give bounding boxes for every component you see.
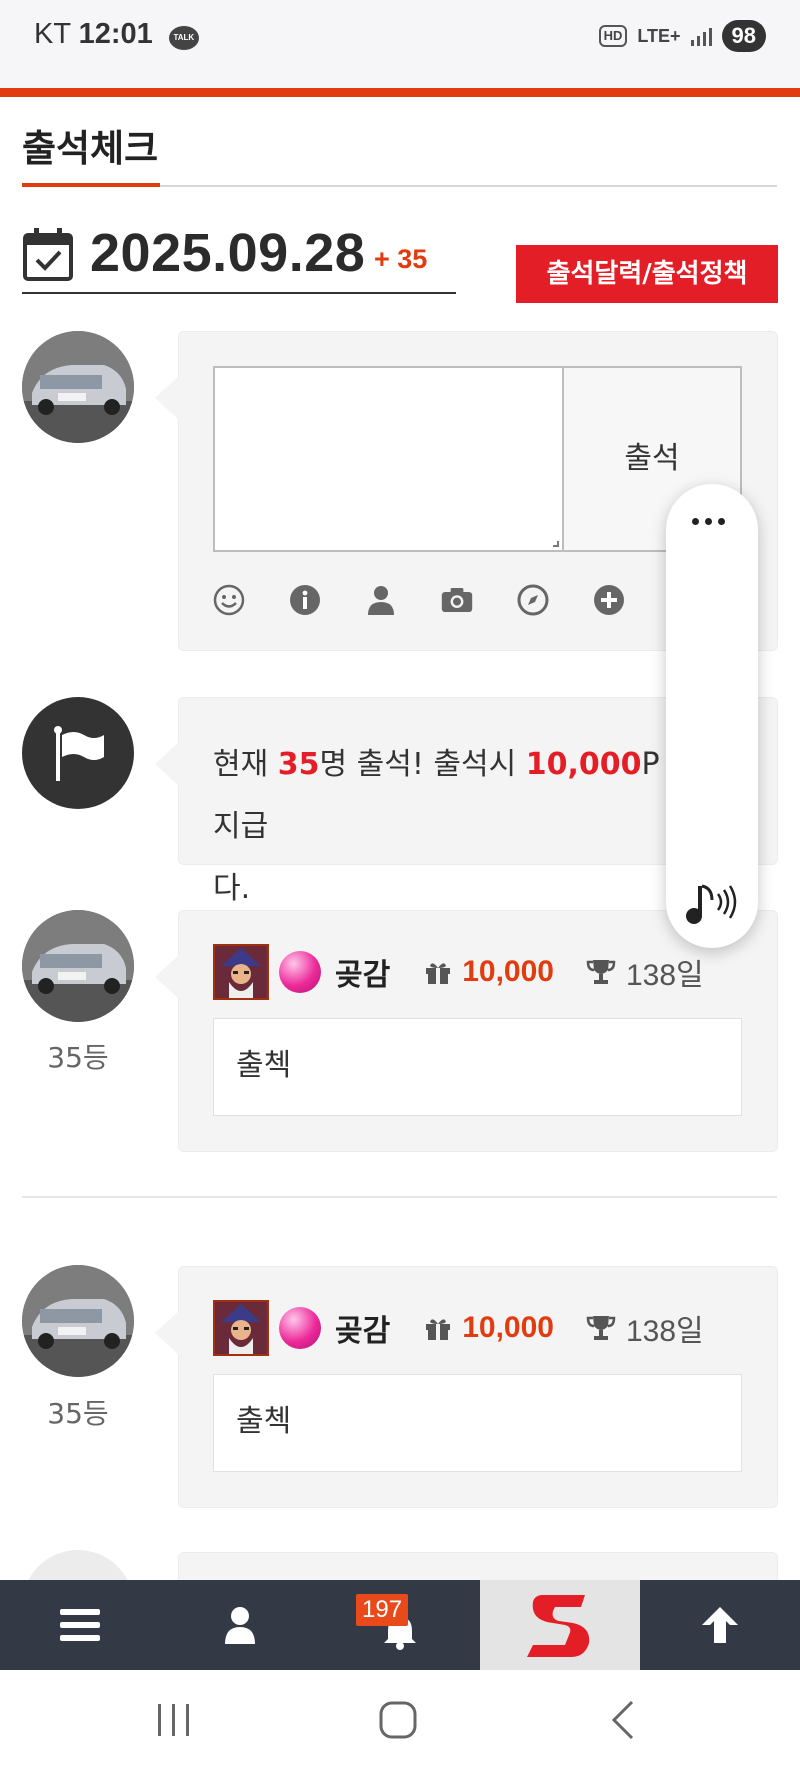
attendance-message-input[interactable] [213,366,564,552]
car-photo-avatar [22,1265,134,1377]
title-divider-accent [22,183,160,187]
network-type-label: LTE+ [637,25,681,46]
rank-label: 35등 [47,1041,109,1074]
user-icon[interactable] [365,584,397,616]
avatar[interactable] [22,910,134,1022]
attendance-policy-button[interactable]: 출석달력/출석정책 [516,245,778,303]
status-right: HD LTE+ 98 [598,20,766,52]
menu-button[interactable] [0,1580,160,1670]
gift-icon [426,1319,451,1340]
hd-voice-icon: HD [598,25,628,47]
header-accent-line [0,88,800,97]
trophy-icon [586,960,616,984]
user-icon [225,1607,255,1644]
notice-line2: 다. [213,871,251,906]
sound-assistant-icon[interactable] [684,880,740,928]
streak-days: 138일 [625,959,704,992]
resize-handle-icon[interactable] [553,541,559,547]
floating-side-panel[interactable] [666,484,758,948]
signal-icon [690,26,712,46]
entry-divider [22,1196,777,1198]
entry-header: 곶감 10,000 138일 [213,1300,704,1356]
status-bar: KT 12:01 TALK HD LTE+ 98 [0,0,800,88]
attendance-date: 2025.09.28 [90,223,366,283]
back-icon[interactable] [610,1700,636,1740]
notice-middle: 명 출석! 출석시 [319,747,526,782]
game-character-icon[interactable] [213,944,269,1000]
rank-label: 35등 [47,1397,109,1430]
date-header: 2025.09.28 + 35 [22,218,456,294]
battery-indicator: 98 [721,20,766,52]
page-title: 출석체크 [22,127,159,170]
entry-header: 곶감 10,000 138일 [213,944,704,1000]
game-character-icon[interactable] [213,1300,269,1356]
info-icon[interactable] [289,584,321,616]
clock: 12:01 [78,18,153,50]
entry-message: 출첵 [213,1374,742,1472]
level-gem-icon [279,951,321,993]
streak-days: 138일 [625,1315,704,1348]
smile-icon[interactable] [213,584,245,616]
bottom-app-bar: 197 [0,1580,800,1670]
hamburger-menu-icon [60,1609,100,1641]
trophy-icon [586,1316,616,1340]
gift-icon [426,963,451,984]
composer-toolbar [213,584,625,616]
car-photo-avatar [22,910,134,1022]
avatar[interactable] [22,1265,134,1377]
notification-count-badge: 197 [356,1594,409,1626]
kakaotalk-icon: TALK [168,26,199,50]
points-value: 10,000 [462,955,554,988]
flag-avatar [22,697,134,809]
camera-icon[interactable] [441,584,473,616]
profile-button[interactable] [160,1580,320,1670]
more-options-icon[interactable] [692,518,725,525]
points-value: 10,000 [462,1311,554,1344]
scroll-top-button[interactable] [640,1580,800,1670]
recent-apps-icon[interactable] [156,1700,192,1740]
entry-message: 출첵 [213,1018,742,1116]
nickname[interactable]: 곶감 [335,950,390,994]
system-navigation-bar [0,1670,800,1778]
site-logo-button[interactable] [480,1580,640,1670]
notice-text: 현재 35명 출석! 출석시 10,000P 지급 다. [213,734,683,920]
plus-icon[interactable] [593,584,625,616]
notice-points: 10,000 [525,747,642,782]
compass-icon[interactable] [517,584,549,616]
home-icon[interactable] [378,1700,418,1740]
status-left: KT 12:01 TALK [34,18,199,53]
attendance-delta: + 35 [374,244,428,274]
carrier-label: KT [34,18,71,50]
notice-count: 35 [277,747,320,782]
car-photo-avatar [22,331,134,443]
arrow-up-icon [702,1607,738,1643]
flag-icon [54,726,104,781]
site-logo-icon [527,1595,590,1657]
level-gem-icon [279,1307,321,1349]
nickname[interactable]: 곶감 [335,1306,390,1350]
notice-prefix: 현재 [213,747,278,782]
calendar-check-icon [23,228,73,281]
avatar[interactable] [22,331,134,443]
